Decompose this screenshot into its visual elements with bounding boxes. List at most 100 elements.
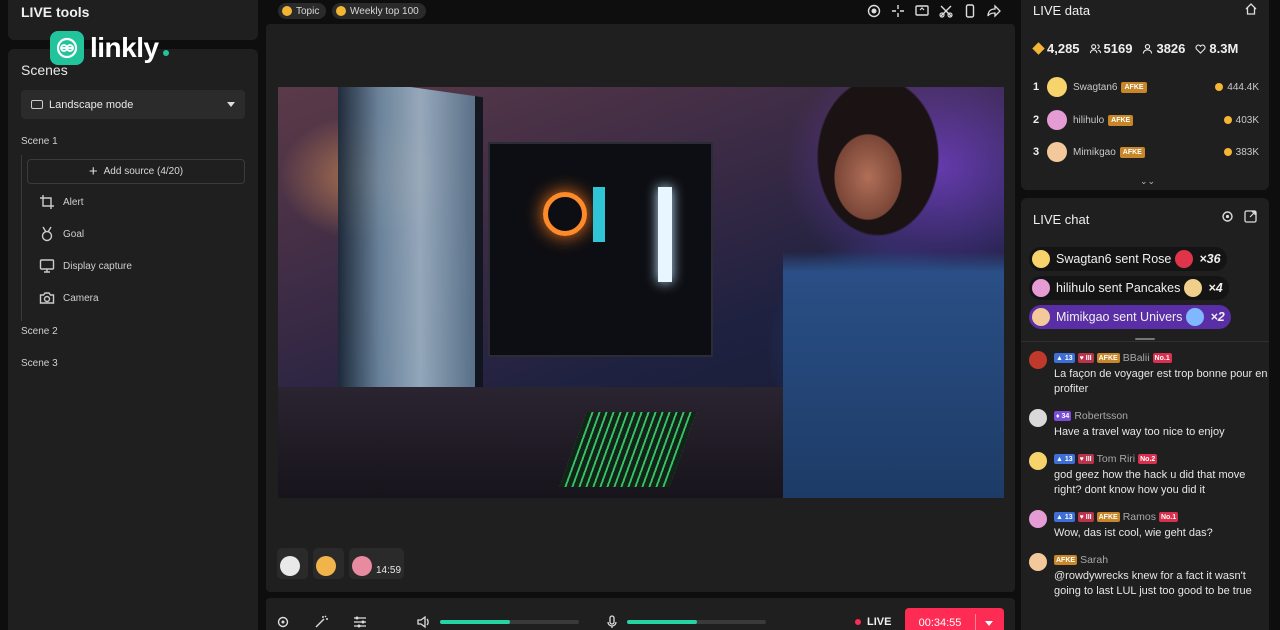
volume-icon[interactable] bbox=[417, 615, 431, 629]
gift-multiplier: ×2 bbox=[1210, 310, 1225, 324]
chat-message[interactable]: ▲ 13 ♥ III AFKE Ramos No.1 Wow, das ist … bbox=[1029, 510, 1265, 544]
rose-gift-icon bbox=[1175, 250, 1194, 268]
message-header: ▲ 13 ♥ III AFKE Ramos No.1 bbox=[1054, 511, 1179, 523]
timer-divider bbox=[975, 614, 976, 630]
chat-message[interactable]: ♦ 34 Robertsson Have a travel way too ni… bbox=[1029, 409, 1265, 443]
topic-label: Topic bbox=[296, 5, 320, 17]
rank-number: 2 bbox=[1033, 114, 1040, 126]
scene-2[interactable]: Scene 2 bbox=[21, 326, 58, 337]
scene-3[interactable]: Scene 3 bbox=[21, 358, 58, 369]
volume-slider[interactable] bbox=[440, 620, 579, 624]
expand-chevron-icon[interactable]: ⌄⌄ bbox=[1140, 176, 1155, 187]
rank-row[interactable]: 2 hilihulo AFKE 403K bbox=[1033, 109, 1259, 131]
fan-badge: AFKE bbox=[1096, 512, 1120, 522]
layout-mode-value: Landscape mode bbox=[49, 98, 134, 111]
stat-viewers-value: 5169 bbox=[1103, 41, 1133, 56]
tree-line bbox=[21, 155, 22, 321]
reaction-item[interactable] bbox=[313, 548, 344, 579]
live-label: LIVE bbox=[867, 616, 892, 628]
mic-slider[interactable] bbox=[627, 620, 766, 624]
heart-badge: ♥ III bbox=[1077, 353, 1094, 363]
rank-coins-value: 383K bbox=[1235, 146, 1259, 158]
chat-message[interactable]: ▲ 13 ♥ III Tom Riri No.2 god geez how th… bbox=[1029, 452, 1265, 498]
chat-divider bbox=[1021, 341, 1269, 342]
effects-icon[interactable] bbox=[891, 4, 905, 18]
scene-led-cyan bbox=[593, 187, 605, 242]
stat-likes-value: 8.3M bbox=[1209, 41, 1239, 56]
coin-icon bbox=[1215, 83, 1224, 91]
rank-row[interactable]: 3 Mimikgao AFKE 383K bbox=[1033, 141, 1259, 163]
level-value: 13 bbox=[1064, 513, 1073, 521]
level-badge: ▲ 13 bbox=[1054, 353, 1075, 363]
mic-fill bbox=[627, 620, 697, 624]
cat-emoji-icon bbox=[316, 556, 336, 576]
stat-followers-value: 3826 bbox=[1156, 41, 1186, 56]
magic-wand-icon[interactable] bbox=[314, 615, 328, 629]
sliders-icon[interactable] bbox=[353, 615, 367, 629]
gear-icon[interactable] bbox=[1221, 210, 1234, 223]
add-source-button[interactable]: + Add source (4/20) bbox=[27, 159, 245, 184]
live-data-panel: LIVE data 4,285 5169 3826 8.3M 1 Swagtan… bbox=[1021, 0, 1269, 190]
brand-dot bbox=[162, 50, 169, 56]
message-header: ♦ 34 Robertsson bbox=[1054, 410, 1128, 422]
gift-notification: Mimikgao sent Univers ×2 bbox=[1029, 305, 1231, 329]
source-label: Display capture bbox=[63, 260, 132, 272]
clip-icon[interactable] bbox=[939, 4, 953, 18]
gift-text: Swagtan6 sent Rose bbox=[1056, 252, 1172, 266]
topic-icon bbox=[282, 6, 292, 16]
fan-badge: AFKE bbox=[1119, 146, 1145, 158]
avatar bbox=[1047, 77, 1067, 97]
follower-icon bbox=[1143, 44, 1153, 54]
chat-message[interactable]: ▲ 13 ♥ III AFKE BBalii No.1 La façon de … bbox=[1029, 351, 1267, 395]
scene-1[interactable]: Scene 1 bbox=[21, 136, 58, 147]
topic-chip[interactable]: Topic bbox=[278, 3, 327, 19]
popout-icon[interactable] bbox=[1244, 210, 1257, 223]
flame-icon bbox=[336, 6, 346, 16]
source-label: Camera bbox=[63, 292, 99, 304]
reaction-item[interactable] bbox=[277, 548, 308, 579]
resize-handle[interactable] bbox=[1135, 338, 1155, 340]
live-video-preview[interactable] bbox=[278, 87, 1004, 498]
message-text: @rowdywrecks knew for a fact it wasn't g… bbox=[1054, 570, 1252, 597]
phone-icon[interactable] bbox=[963, 4, 977, 18]
message-header: AFKE Sarah bbox=[1054, 554, 1108, 566]
source-alert[interactable]: Alert bbox=[39, 194, 84, 210]
landscape-icon bbox=[31, 100, 43, 109]
fan-badge: AFKE bbox=[1054, 555, 1078, 565]
layout-mode-select[interactable]: Landscape mode bbox=[21, 90, 245, 119]
level-badge: ▲ 13 bbox=[1054, 454, 1075, 464]
reaction-item-timer[interactable]: 14:59 bbox=[349, 548, 405, 579]
avatar bbox=[1032, 279, 1050, 297]
source-display-capture[interactable]: Display capture bbox=[39, 258, 132, 274]
reaction-timer: 14:59 bbox=[376, 565, 402, 576]
rank-badge: No.1 bbox=[1152, 353, 1172, 363]
rank-badge: No.1 bbox=[1158, 512, 1179, 522]
microphone-icon[interactable] bbox=[605, 615, 619, 629]
source-goal[interactable]: Goal bbox=[39, 226, 84, 242]
weekly-top-chip[interactable]: Weekly top 100 bbox=[332, 3, 426, 19]
diamond-icon bbox=[1032, 42, 1045, 55]
rank-row[interactable]: 1 Swagtan6 AFKE 444.4K bbox=[1033, 76, 1259, 98]
share-icon[interactable] bbox=[987, 4, 1001, 18]
live-dot bbox=[855, 619, 861, 625]
chevron-down-icon[interactable] bbox=[985, 620, 993, 626]
record-icon[interactable] bbox=[867, 4, 881, 18]
level-value: 13 bbox=[1064, 455, 1073, 463]
source-camera[interactable]: Camera bbox=[39, 290, 99, 306]
rank-badge: No.2 bbox=[1138, 454, 1158, 464]
screen-share-icon[interactable] bbox=[915, 4, 929, 18]
reaction-bar: 14:59 bbox=[277, 548, 405, 579]
live-timer-button[interactable]: 00:34:55 bbox=[905, 608, 1004, 630]
chat-message[interactable]: AFKE Sarah @rowdywrecks knew for a fact … bbox=[1029, 553, 1265, 613]
brand-logo: linkly bbox=[50, 31, 169, 65]
live-stats: 4,285 5169 3826 8.3M bbox=[1032, 41, 1239, 56]
rank-name: Mimikgao bbox=[1073, 146, 1116, 158]
stat-viewers: 5169 bbox=[1089, 41, 1133, 56]
add-source-label: Add source (4/20) bbox=[103, 166, 184, 177]
scene-pc-tower bbox=[488, 142, 713, 357]
home-icon[interactable] bbox=[1245, 3, 1257, 15]
settings-icon[interactable] bbox=[276, 615, 290, 629]
message-author: BBalii bbox=[1122, 352, 1150, 364]
scene-fan bbox=[543, 192, 587, 236]
avatar bbox=[1029, 510, 1047, 528]
